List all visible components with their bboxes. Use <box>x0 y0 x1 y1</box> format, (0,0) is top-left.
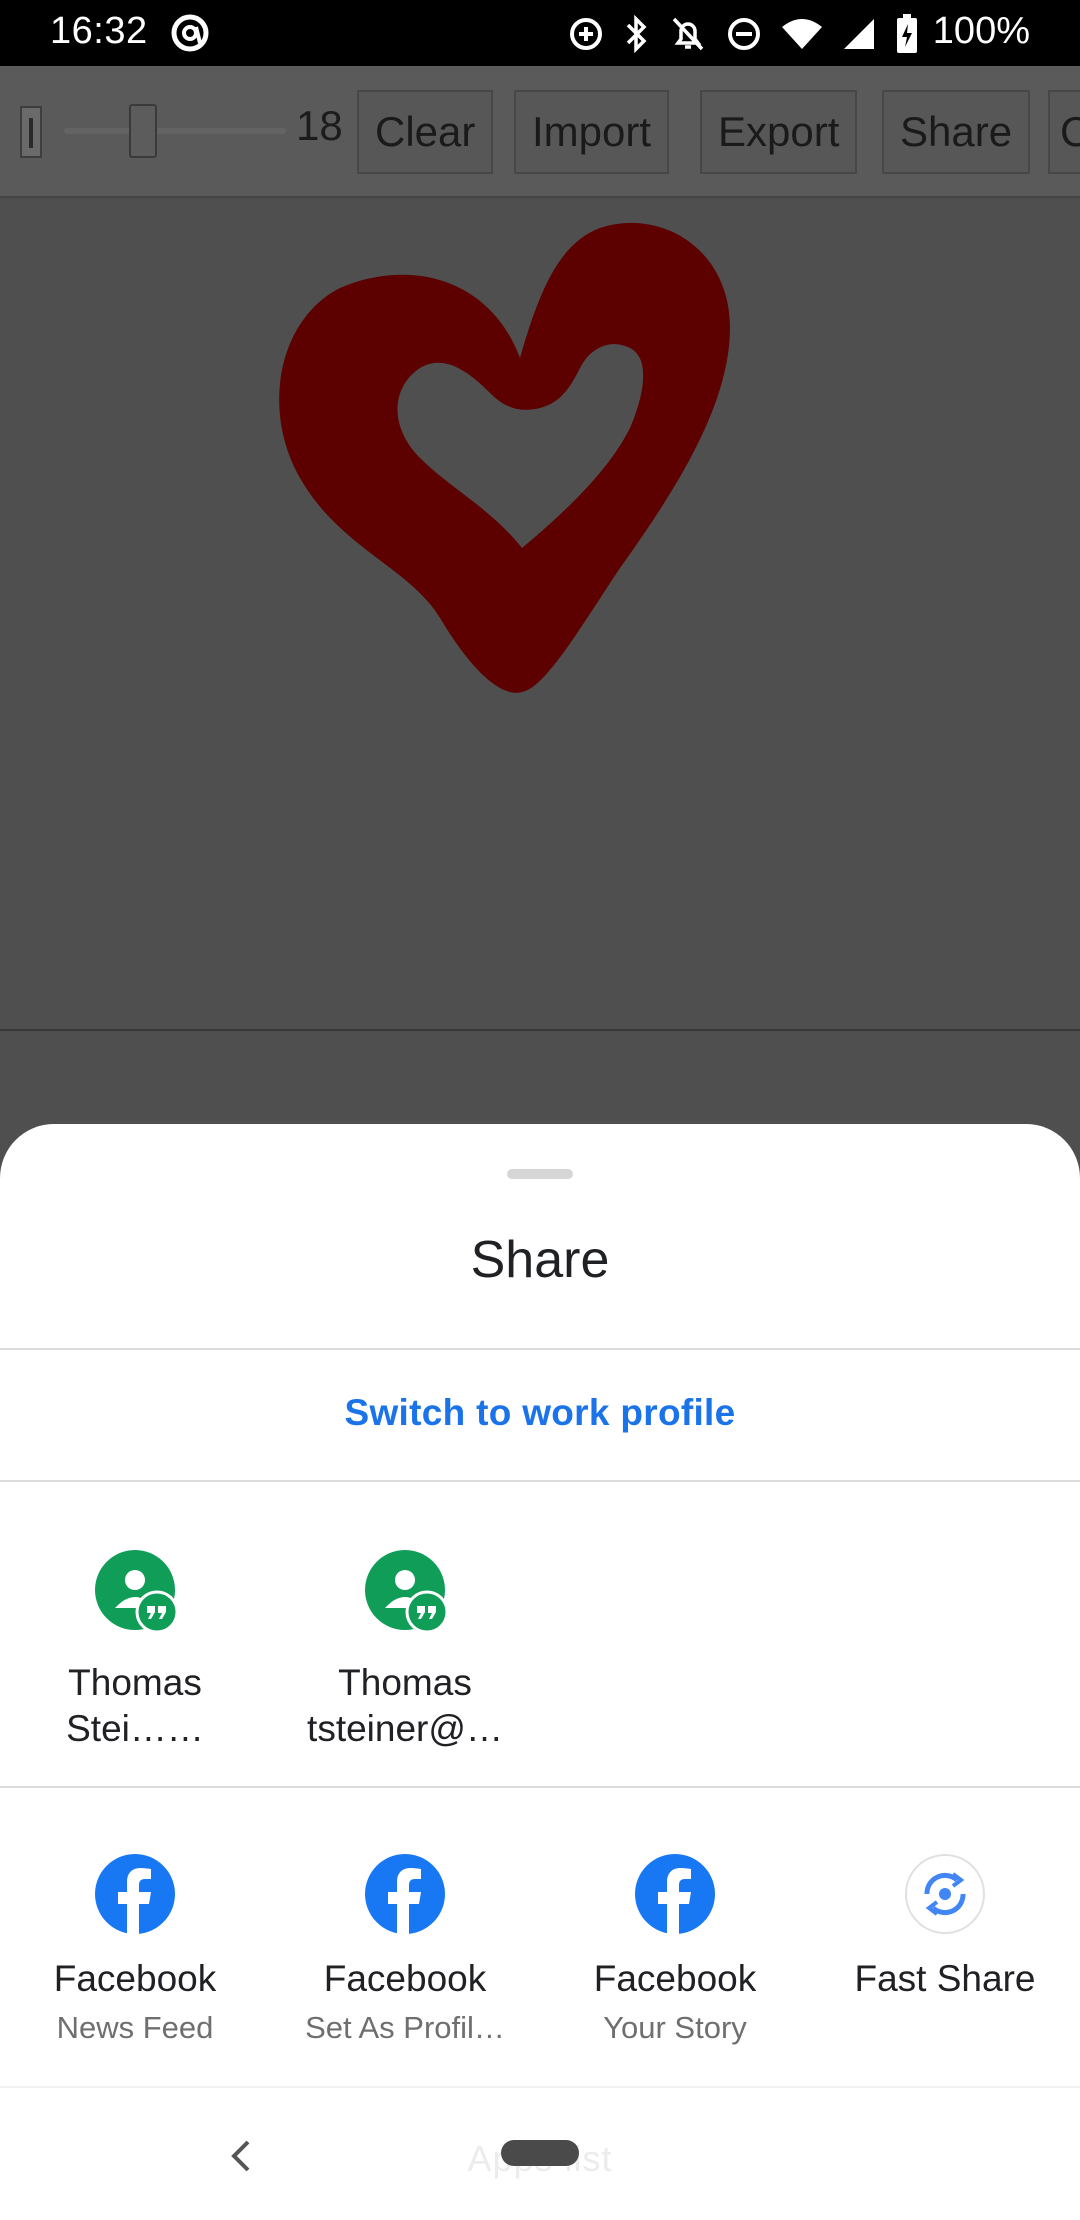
data-saver-icon <box>568 16 604 52</box>
facebook-icon <box>95 1854 175 1934</box>
cell-signal-icon <box>842 17 876 51</box>
switch-to-work-profile-link[interactable]: Switch to work profile <box>0 1392 1080 1434</box>
import-button[interactable]: Import <box>514 90 670 174</box>
divider <box>0 2086 1080 2088</box>
target-label: Facebook <box>53 1958 217 1999</box>
direct-share-target-2[interactable]: Thomas tsteiner@… <box>280 1550 530 1890</box>
facebook-icon <box>635 1854 715 1934</box>
facebook-icon <box>365 1854 445 1934</box>
brush-size-value: 18 <box>296 102 343 149</box>
target-sublabel: Your Story <box>603 2010 747 2045</box>
divider <box>0 1786 1080 1788</box>
share-button[interactable]: Share <box>882 90 1031 174</box>
target-sublabel: News Feed <box>56 2010 214 2045</box>
drawing-canvas[interactable] <box>0 198 1080 1031</box>
drag-handle[interactable] <box>507 1169 573 1179</box>
do-not-disturb-icon <box>726 16 762 52</box>
share-target-fast-share[interactable]: Fast Share <box>820 1854 1070 2174</box>
app-toolbar: 18 Clear Import Export Share C <box>0 66 1080 198</box>
home-pill[interactable] <box>501 2140 579 2166</box>
hangouts-contact-icon <box>95 1550 179 1634</box>
share-sheet: Share Switch to work profile Thomas Stei… <box>0 1124 1080 2220</box>
sheet-title: Share <box>470 1231 610 1289</box>
battery-percent: 100% <box>932 10 1030 52</box>
status-icons <box>568 12 918 56</box>
contact-detail: Stei…… <box>66 1708 204 1749</box>
contact-name: Thomas <box>338 1662 472 1703</box>
fast-share-icon <box>905 1854 985 1934</box>
divider <box>0 1348 1080 1350</box>
slider-thumb[interactable] <box>129 104 157 158</box>
status-time: 16:32 <box>50 10 148 52</box>
status-bar: 16:32 100% <box>0 0 1080 66</box>
export-button[interactable]: Export <box>700 90 858 174</box>
share-target-facebook-profile[interactable]: Facebook Set As Profil… <box>280 1854 530 2174</box>
bluetooth-icon <box>624 15 650 53</box>
back-nav-icon[interactable] <box>226 2136 256 2181</box>
at-icon <box>170 13 210 53</box>
target-sublabel: Set As Profil… <box>305 2010 505 2045</box>
share-target-facebook-story[interactable]: Facebook Your Story <box>550 1854 800 2174</box>
contact-name: Thomas <box>68 1662 202 1703</box>
heart-drawing <box>279 222 730 693</box>
hangouts-contact-icon <box>365 1550 449 1634</box>
target-label: Fast Share <box>854 1958 1036 1999</box>
overflow-button[interactable]: C <box>1048 90 1080 174</box>
wifi-icon <box>782 17 822 51</box>
direct-share-target-1[interactable]: Thomas Stei…… <box>10 1550 260 1890</box>
target-label: Facebook <box>593 1958 757 1999</box>
share-target-facebook-news-feed[interactable]: Facebook News Feed <box>10 1854 260 2174</box>
alarm-off-icon <box>670 15 706 53</box>
target-label: Facebook <box>323 1958 487 1999</box>
contact-detail: tsteiner@… <box>307 1708 503 1749</box>
battery-charging-icon <box>896 14 918 54</box>
brush-preview <box>20 106 42 158</box>
clear-button[interactable]: Clear <box>357 90 494 174</box>
divider <box>0 1480 1080 1482</box>
brush-size-slider[interactable] <box>64 128 286 134</box>
